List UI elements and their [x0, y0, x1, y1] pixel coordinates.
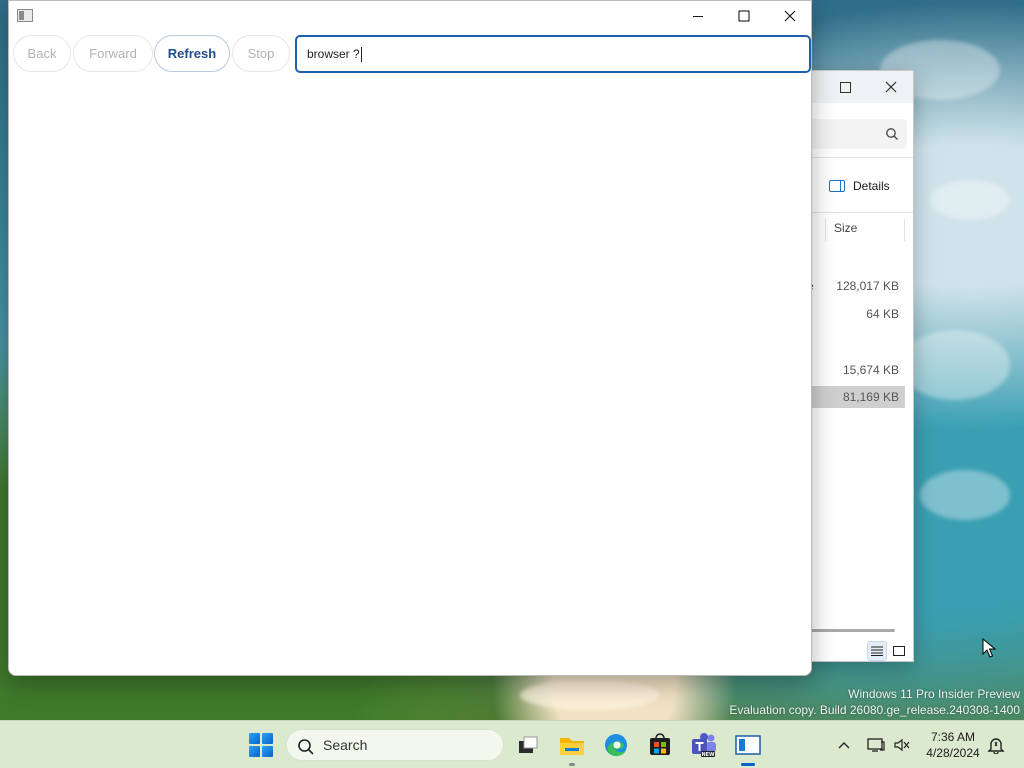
search-label: Search — [323, 737, 368, 753]
explorer-titlebar[interactable] — [801, 71, 913, 103]
windows-logo-tile — [262, 733, 273, 744]
running-indicator — [741, 763, 755, 766]
windows-watermark: Windows 11 Pro Insider Preview Evaluatio… — [729, 686, 1020, 718]
notification-bell-icon — [987, 738, 1005, 754]
file-explorer-icon — [560, 738, 584, 755]
volume-muted-icon — [894, 738, 910, 752]
explorer-search-input[interactable] — [811, 119, 907, 149]
maximize-icon — [839, 81, 851, 93]
windows-logo-tile — [249, 746, 260, 757]
notifications-button[interactable] — [986, 735, 1006, 755]
windows-logo-tile — [262, 746, 273, 757]
web-content-area[interactable] — [9, 77, 811, 675]
divider — [801, 157, 913, 158]
taskbar-search-box[interactable]: Search — [286, 729, 504, 761]
search-icon — [298, 739, 314, 755]
details-pane-button[interactable]: Details — [829, 177, 890, 195]
browser-toolbar: Back Forward Refresh Stop browser ? — [9, 35, 811, 73]
windows-logo-tile — [249, 733, 260, 744]
file-size: 64 KB — [866, 307, 899, 321]
wallpaper-beach — [520, 680, 660, 710]
app-window-icon — [17, 9, 33, 22]
explorer-close-button[interactable] — [877, 75, 905, 99]
address-bar-value: browser ? — [307, 47, 360, 61]
details-view-icon — [871, 646, 883, 656]
close-button[interactable] — [767, 1, 811, 31]
watermark-line2: Evaluation copy. Build 26080.ge_release.… — [729, 703, 1020, 717]
details-view-button[interactable] — [867, 641, 887, 661]
text-caret — [360, 46, 362, 62]
network-status-button[interactable] — [866, 735, 886, 755]
system-clock[interactable]: 7:36 AM 4/28/2024 — [920, 729, 986, 761]
watermark-line1: Windows 11 Pro Insider Preview — [848, 687, 1020, 701]
browser-app-icon — [735, 735, 761, 755]
network-icon — [867, 738, 885, 752]
file-row[interactable]: . 15,674 KB — [801, 359, 905, 381]
task-view-button[interactable] — [514, 731, 542, 759]
browser-titlebar[interactable] — [9, 1, 811, 31]
start-button[interactable] — [249, 733, 273, 757]
file-row-selected[interactable]: . 81,169 KB — [801, 386, 905, 408]
tiles-view-button[interactable] — [889, 641, 909, 661]
clock-time: 7:36 AM — [930, 730, 976, 744]
minimize-icon — [693, 15, 703, 18]
taskbar: Search NEW 7:36 AM 4/28/2024 — [0, 720, 1024, 768]
maximize-icon — [738, 10, 750, 22]
wallpaper-wave — [930, 180, 1010, 220]
details-pane-icon — [829, 180, 845, 192]
wallpaper-wave — [900, 330, 1010, 400]
horizontal-scrollbar[interactable] — [801, 629, 895, 632]
wallpaper-wave — [920, 470, 1010, 520]
refresh-button[interactable]: Refresh — [154, 35, 230, 72]
clock-date: 4/28/2024 — [926, 746, 980, 760]
edge-button[interactable] — [602, 731, 630, 759]
browser-app-button[interactable] — [734, 731, 762, 766]
forward-button[interactable]: Forward — [73, 35, 153, 72]
file-explorer-button[interactable] — [558, 731, 586, 766]
close-icon — [784, 10, 796, 22]
address-bar-input[interactable]: browser ? — [295, 35, 811, 73]
file-explorer-window[interactable]: Details Size e 128,017 KB . 64 KB . 15,6… — [800, 70, 914, 662]
running-indicator — [569, 763, 575, 766]
column-header-size[interactable]: Size — [825, 219, 905, 241]
details-label: Details — [853, 179, 890, 193]
file-size: 128,017 KB — [836, 279, 899, 293]
explorer-maximize-button[interactable] — [831, 75, 859, 99]
search-icon — [886, 128, 898, 140]
maximize-button[interactable] — [721, 1, 767, 31]
mouse-pointer-icon — [982, 638, 996, 658]
store-button[interactable] — [646, 731, 674, 759]
svg-text:NEW: NEW — [701, 752, 715, 758]
file-row[interactable]: . 64 KB — [801, 303, 905, 325]
tiles-view-icon — [893, 646, 905, 656]
browser-window[interactable]: Back Forward Refresh Stop browser ? — [8, 0, 812, 676]
file-size: 81,169 KB — [842, 390, 899, 404]
volume-button[interactable] — [892, 735, 912, 755]
task-view-icon — [519, 736, 538, 753]
stop-button[interactable]: Stop — [232, 35, 290, 72]
show-hidden-icons-button[interactable] — [834, 735, 854, 755]
teams-button[interactable]: NEW — [690, 731, 718, 759]
teams-icon: NEW — [692, 733, 716, 758]
edge-icon — [605, 734, 627, 757]
file-row[interactable]: e 128,017 KB — [801, 275, 905, 297]
file-size: 15,674 KB — [842, 363, 899, 377]
close-icon — [885, 81, 897, 93]
chevron-up-icon — [838, 742, 850, 749]
minimize-button[interactable] — [675, 1, 721, 31]
back-button[interactable]: Back — [13, 35, 71, 72]
divider — [801, 212, 913, 213]
store-icon — [650, 733, 670, 755]
